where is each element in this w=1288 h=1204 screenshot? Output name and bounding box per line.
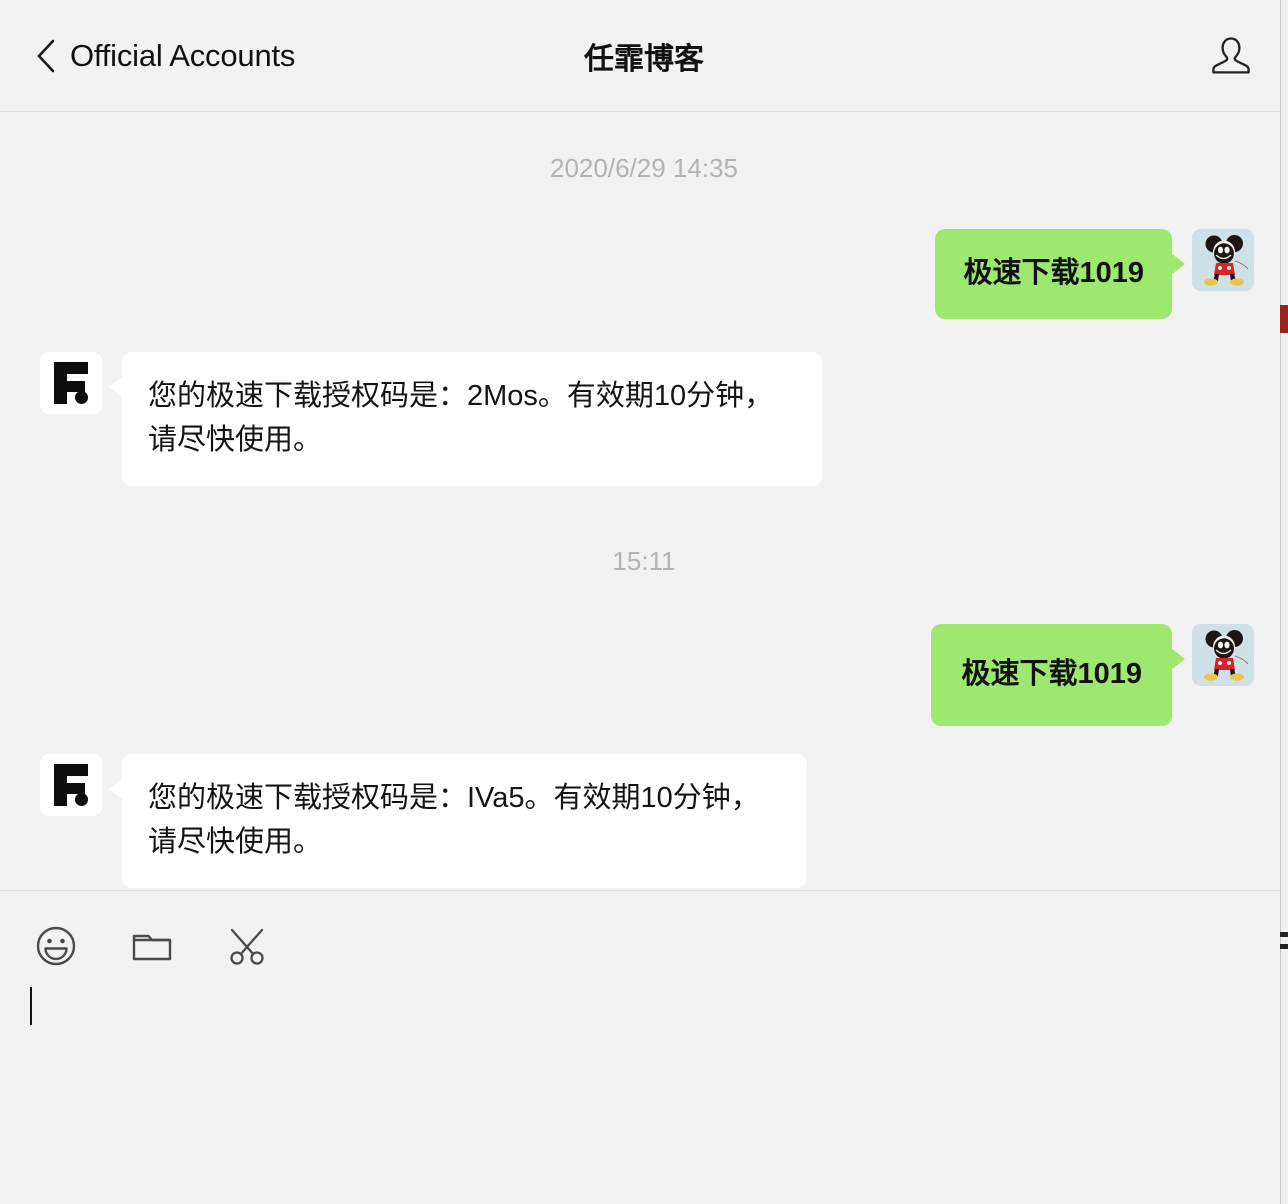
- contact-person-icon: [1212, 36, 1250, 74]
- avatar[interactable]: [1192, 229, 1254, 291]
- f-brand-logo-avatar-icon: [40, 352, 102, 415]
- background-window-mark: [1280, 932, 1288, 937]
- back-button-label: Official Accounts: [70, 38, 296, 73]
- text-caret: [30, 987, 32, 1025]
- chevron-left-icon: [37, 39, 55, 72]
- message-row-outgoing: 极速下载1019: [0, 624, 1288, 727]
- f-brand-logo-avatar-icon: [40, 754, 102, 817]
- chat-window: Official Accounts 任霏博客 2020/6/29 14:35 极…: [0, 0, 1288, 1204]
- avatar[interactable]: [40, 754, 102, 817]
- message-input[interactable]: [30, 987, 1258, 1204]
- message-row-incoming: 您的极速下载授权码是：2Mos。有效期10分钟，请尽快使用。: [0, 352, 1288, 487]
- contact-info-button[interactable]: [1208, 33, 1254, 79]
- send-file-button[interactable]: [126, 920, 178, 972]
- emoji-button[interactable]: [30, 920, 82, 972]
- message-bubble-outgoing[interactable]: 极速下载1019: [931, 624, 1185, 727]
- background-window-accent: [1280, 305, 1288, 333]
- message-bubble-incoming[interactable]: 您的极速下载授权码是：IVa5。有效期10分钟，请尽快使用。: [109, 754, 807, 889]
- message-list[interactable]: 2020/6/29 14:35 极速下载1019 您的极速下载授权码是：2Mos…: [0, 112, 1288, 890]
- message-bubble-incoming[interactable]: 您的极速下载授权码是：2Mos。有效期10分钟，请尽快使用。: [109, 352, 822, 487]
- message-timestamp: 2020/6/29 14:35: [550, 153, 738, 183]
- back-to-official-accounts-button[interactable]: Official Accounts: [36, 39, 295, 73]
- scissors-icon: [230, 928, 264, 965]
- composer-toolbar: [30, 915, 1258, 977]
- folder-icon: [132, 934, 172, 961]
- chat-header: Official Accounts 任霏博客: [0, 0, 1288, 112]
- message-bubble-outgoing[interactable]: 极速下载1019: [935, 229, 1185, 320]
- background-window-mark: [1280, 944, 1288, 949]
- mickey-mouse-avatar-icon: [1192, 229, 1254, 291]
- emoji-smiley-icon: [36, 926, 76, 966]
- screenshot-button[interactable]: [222, 920, 274, 972]
- message-composer: [0, 890, 1288, 1204]
- message-row-incoming: 您的极速下载授权码是：IVa5。有效期10分钟，请尽快使用。: [0, 754, 1288, 889]
- mickey-mouse-avatar-icon: [1192, 624, 1254, 687]
- avatar[interactable]: [40, 352, 102, 415]
- message-row-outgoing: 极速下载1019: [0, 229, 1288, 320]
- avatar[interactable]: [1192, 624, 1254, 687]
- message-timestamp: 15:11: [612, 546, 676, 577]
